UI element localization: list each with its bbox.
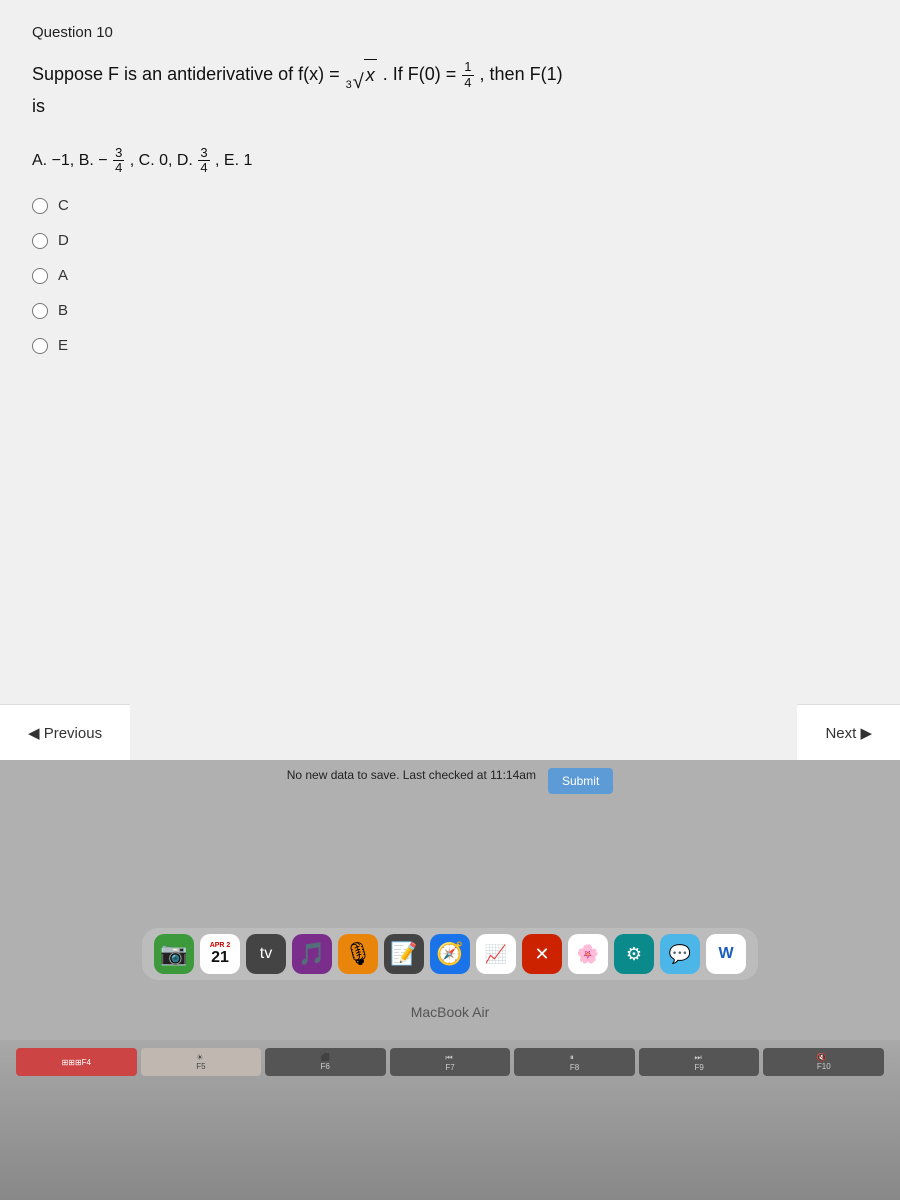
choice-d-fraction: 3 4 [198, 146, 209, 176]
fn-key-f4[interactable]: ⊞⊞⊞ F4 [16, 1048, 137, 1076]
radio-c[interactable] [32, 198, 48, 214]
option-c[interactable]: C [32, 197, 868, 214]
fn-key-f10[interactable]: 🔇F10 [763, 1048, 884, 1076]
choice-b-fraction: 3 4 [113, 146, 124, 176]
dock-notes-icon[interactable]: 📝 [384, 934, 424, 974]
dock-facetime-icon[interactable]: 📷 [154, 934, 194, 974]
label-b[interactable]: B [58, 302, 68, 319]
question-text-mid: . If F(0) = [383, 64, 462, 84]
dock-calendar-icon[interactable]: APR 2 21 [200, 934, 240, 974]
next-button[interactable]: Next ▶ [797, 704, 900, 760]
option-a[interactable]: A [32, 267, 868, 284]
choices-c-prefix: , C. 0, D. [130, 152, 198, 169]
mac-area: No new data to save. Last checked at 11:… [0, 760, 900, 1200]
option-d[interactable]: D [32, 232, 868, 249]
dock-word-icon[interactable]: W [706, 934, 746, 974]
dock-photos-icon[interactable]: 🌸 [568, 934, 608, 974]
label-e[interactable]: E [58, 337, 68, 354]
radio-e[interactable] [32, 338, 48, 354]
fn-key-f5[interactable]: ☀F5 [141, 1048, 262, 1076]
nav-bar: ◀ Previous Next ▶ [0, 704, 900, 760]
quiz-container: Question 10 Suppose F is an antiderivati… [0, 0, 900, 760]
fn-key-f9[interactable]: ⏭F9 [639, 1048, 760, 1076]
keyboard-row: ⊞⊞⊞ F4 ☀F5 ⬛F6 ⏮F7 ⏸F8 ⏭F9 🔇F10 [0, 1040, 900, 1200]
radio-options: C D A B E [32, 197, 868, 354]
choices-e-suffix: , E. 1 [215, 152, 252, 169]
dock-cal-month: APR 2 [210, 942, 231, 949]
dock-podcast-icon[interactable]: 🎙 [338, 934, 378, 974]
label-d[interactable]: D [58, 232, 69, 249]
dock-tv-icon[interactable]: tv [246, 934, 286, 974]
dock-music-icon[interactable]: 🎵 [292, 934, 332, 974]
option-e[interactable]: E [32, 337, 868, 354]
label-c[interactable]: C [58, 197, 69, 214]
radio-d[interactable] [32, 233, 48, 249]
dock-cal-day: 21 [211, 949, 229, 967]
fn-key-f8[interactable]: ⏸F8 [514, 1048, 635, 1076]
question-second-line: is [32, 96, 45, 116]
question-label: Question 10 [32, 24, 868, 41]
submit-button[interactable]: Submit [548, 768, 613, 794]
radio-a[interactable] [32, 268, 48, 284]
fn-keys-row: ⊞⊞⊞ F4 ☀F5 ⬛F6 ⏮F7 ⏸F8 ⏭F9 🔇F10 [0, 1040, 900, 1076]
dock-safari-icon[interactable]: 🧭 [430, 934, 470, 974]
fn-key-f7[interactable]: ⏮F7 [390, 1048, 511, 1076]
macbook-label: MacBook Air [411, 1004, 490, 1020]
fn-key-f6[interactable]: ⬛F6 [265, 1048, 386, 1076]
question-text-suffix: , then F(1) [480, 64, 563, 84]
radio-b[interactable] [32, 303, 48, 319]
label-a[interactable]: A [58, 267, 68, 284]
dock-excel-icon[interactable]: ✕ [522, 934, 562, 974]
status-text: No new data to save. Last checked at 11:… [287, 768, 536, 794]
dock-stocks-icon[interactable]: 📈 [476, 934, 516, 974]
choices-label: A. −1, B. − 3 4 , C. 0, D. 3 4 , E. 1 [32, 146, 868, 176]
question-text: Suppose F is an antiderivative of f(x) =… [32, 59, 868, 122]
status-bar-area: No new data to save. Last checked at 11:… [0, 760, 900, 798]
previous-button[interactable]: ◀ Previous [0, 704, 130, 760]
question-text-prefix: Suppose F is an antiderivative of f(x) = [32, 64, 345, 84]
dock-messages-icon[interactable]: 💬 [660, 934, 700, 974]
cube-root-expression: 3 √ x [346, 59, 377, 91]
f-zero-fraction: 1 4 [462, 60, 473, 90]
dock-settings-icon[interactable]: ⚙ [614, 934, 654, 974]
dock-bar: 📷 APR 2 21 tv 🎵 🎙 📝 🧭 📈 ✕ 🌸 ⚙ 💬 W [142, 928, 758, 980]
choices-prefix: A. −1, B. − [32, 152, 108, 169]
option-b[interactable]: B [32, 302, 868, 319]
